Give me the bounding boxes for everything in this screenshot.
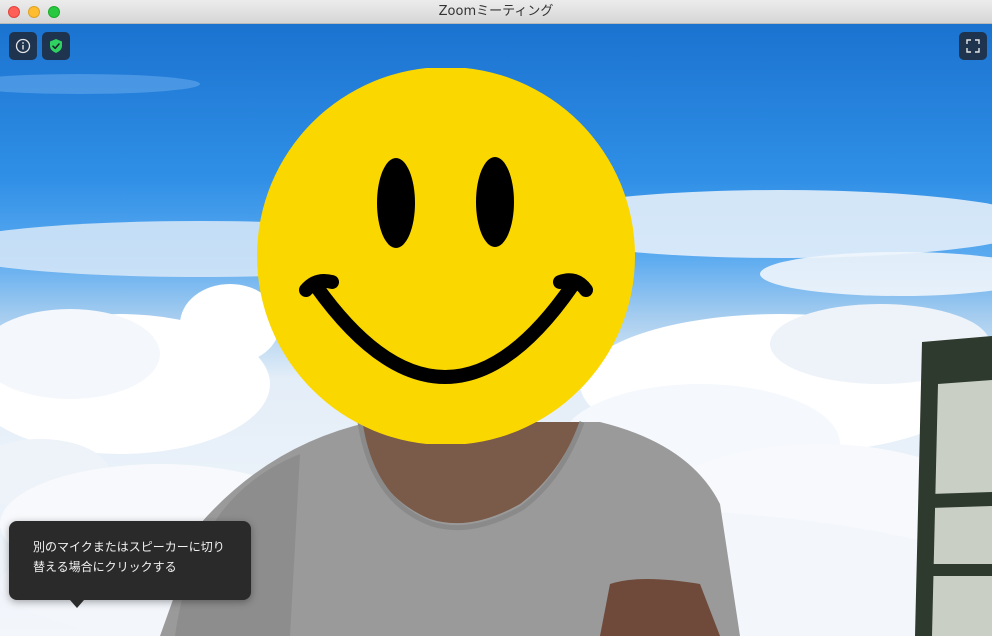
smiley-emoji <box>257 68 635 444</box>
fullscreen-button[interactable] <box>959 32 987 60</box>
encryption-status-button[interactable] <box>42 32 70 60</box>
tooltip-line-2: 替える場合にクリックする <box>33 560 177 574</box>
meeting-info-button[interactable] <box>9 32 37 60</box>
fullscreen-icon <box>966 39 980 53</box>
audio-device-tooltip[interactable]: 別のマイクまたはスピーカーに切り 替える場合にクリックする <box>9 521 251 600</box>
shield-check-icon <box>50 39 62 53</box>
tooltip-line-1: 別のマイクまたはスピーカーに切り <box>33 540 225 554</box>
tooltip-pointer <box>70 600 84 608</box>
window-title: Zoomミーティング <box>438 4 554 19</box>
info-icon <box>15 38 31 54</box>
title-bar[interactable]: Zoomミーティング <box>0 0 992 24</box>
zoom-meeting-window: Zoomミーティング 別のマイクまたはスピーカーに切り 替える場合にクリックする <box>0 0 992 636</box>
